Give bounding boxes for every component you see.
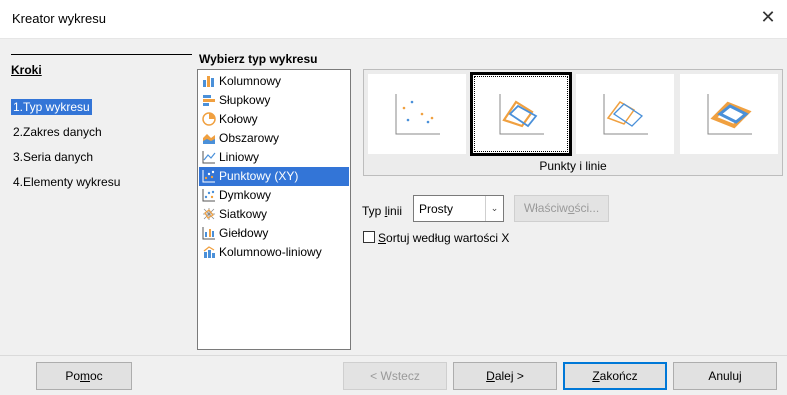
variant-points-only[interactable] <box>368 74 466 154</box>
3d-xy-icon <box>707 94 752 135</box>
cancel-button[interactable]: Anuluj <box>673 362 777 390</box>
sort-by-x-checkbox[interactable] <box>363 231 375 243</box>
points-and-lines-icon <box>499 94 544 135</box>
line-type-select[interactable]: Prosty ⌄ <box>413 195 504 222</box>
properties-prefix: Właściw <box>523 201 568 215</box>
variant-3d-xy[interactable] <box>680 74 778 154</box>
chart-type-label: Kolumnowy <box>219 74 282 88</box>
chevron-down-icon[interactable]: ⌄ <box>485 196 503 221</box>
chart-type-label: Kołowy <box>219 112 258 126</box>
window-title: Kreator wykresu <box>12 11 106 26</box>
steps-heading: Kroki <box>11 63 42 77</box>
finish-accel: Z <box>592 369 600 383</box>
bar-chart-icon <box>203 95 215 106</box>
chart-type-list[interactable]: Kolumnowy Słupkowy Kołowy Obszarowy Lini… <box>197 69 351 350</box>
line-type-label: Typ linii <box>362 204 402 218</box>
line-type-value: Prosty <box>419 202 454 216</box>
properties-suffix: ści... <box>574 201 600 215</box>
step-data-range[interactable]: 2.Zakres danych <box>11 124 104 140</box>
variant-name: Punkty i linie <box>539 159 607 173</box>
lines-only-icon <box>603 94 648 135</box>
next-button[interactable]: Dalej > <box>453 362 557 390</box>
points-only-icon <box>395 94 440 135</box>
step-chart-elements[interactable]: 4.Elementy wykresu <box>11 174 122 190</box>
sort-label: ortuj według wartości X <box>386 231 510 245</box>
column-chart-icon <box>203 76 214 87</box>
chart-type-heading: Wybierz typ wykresu <box>199 52 318 66</box>
help-accel: m <box>80 369 90 383</box>
step-chart-type[interactable]: 1.Typ wykresu <box>11 99 92 115</box>
help-button[interactable]: Pomoc <box>36 362 132 390</box>
line-type-label-suffix: inii <box>387 204 403 218</box>
bubble-chart-icon <box>202 189 215 202</box>
line-chart-icon <box>202 151 216 164</box>
chart-type-item[interactable]: Słupkowy <box>199 91 349 110</box>
chart-type-item[interactable]: Obszarowy <box>199 129 349 148</box>
line-type-label-prefix: Typ <box>362 204 385 218</box>
chart-type-item[interactable]: Liniowy <box>199 148 349 167</box>
chart-type-label: Kolumnowo-liniowy <box>219 245 322 259</box>
sort-accel: S <box>378 231 387 245</box>
chart-type-label: Punktowy (XY) <box>219 169 299 183</box>
column-line-chart-icon <box>203 246 215 258</box>
finish-suffix: akończ <box>599 369 638 383</box>
chart-variant-panel: Punkty i linie <box>363 69 783 176</box>
chart-type-item[interactable]: Siatkowy <box>199 205 349 224</box>
pie-chart-icon <box>202 112 216 126</box>
finish-button[interactable]: Zakończ <box>563 362 667 390</box>
next-suffix: alej > <box>494 369 524 383</box>
back-button[interactable]: < Wstecz <box>343 362 447 390</box>
sort-by-x-option[interactable]: Sortuj według wartości X <box>363 231 509 245</box>
help-prefix: Po <box>65 369 80 383</box>
chart-type-label: Liniowy <box>219 150 260 164</box>
chart-type-item[interactable]: Kolumnowo-liniowy <box>199 243 349 262</box>
chart-type-item[interactable]: Giełdowy <box>199 224 349 243</box>
chart-type-label: Słupkowy <box>219 93 271 107</box>
properties-accel: o <box>567 201 575 215</box>
scatter-chart-icon <box>202 170 215 183</box>
next-accel: D <box>486 369 495 383</box>
steps-divider <box>11 54 192 55</box>
chart-type-label: Siatkowy <box>219 207 268 221</box>
chart-type-label: Giełdowy <box>219 226 269 240</box>
chart-type-label: Dymkowy <box>219 188 272 202</box>
properties-button[interactable]: Właściwości... <box>514 195 609 222</box>
chart-type-item[interactable]: Dymkowy <box>199 186 349 205</box>
stock-chart-icon <box>202 227 215 240</box>
variant-lines-only[interactable] <box>576 74 674 154</box>
chart-type-item[interactable]: Kolumnowy <box>199 72 349 91</box>
footer-divider <box>0 355 787 356</box>
title-bar: Kreator wykresu ✕ <box>0 0 787 39</box>
close-icon[interactable]: ✕ <box>759 8 777 26</box>
area-chart-icon <box>203 134 215 144</box>
chart-type-label: Obszarowy <box>219 131 280 145</box>
chart-type-item[interactable]: Kołowy <box>199 110 349 129</box>
chart-type-item-selected[interactable]: Punktowy (XY) <box>199 167 349 186</box>
variant-points-and-lines[interactable] <box>470 72 572 156</box>
net-chart-icon <box>203 208 215 220</box>
step-data-series[interactable]: 3.Seria danych <box>11 149 95 165</box>
help-suffix: oc <box>90 369 103 383</box>
